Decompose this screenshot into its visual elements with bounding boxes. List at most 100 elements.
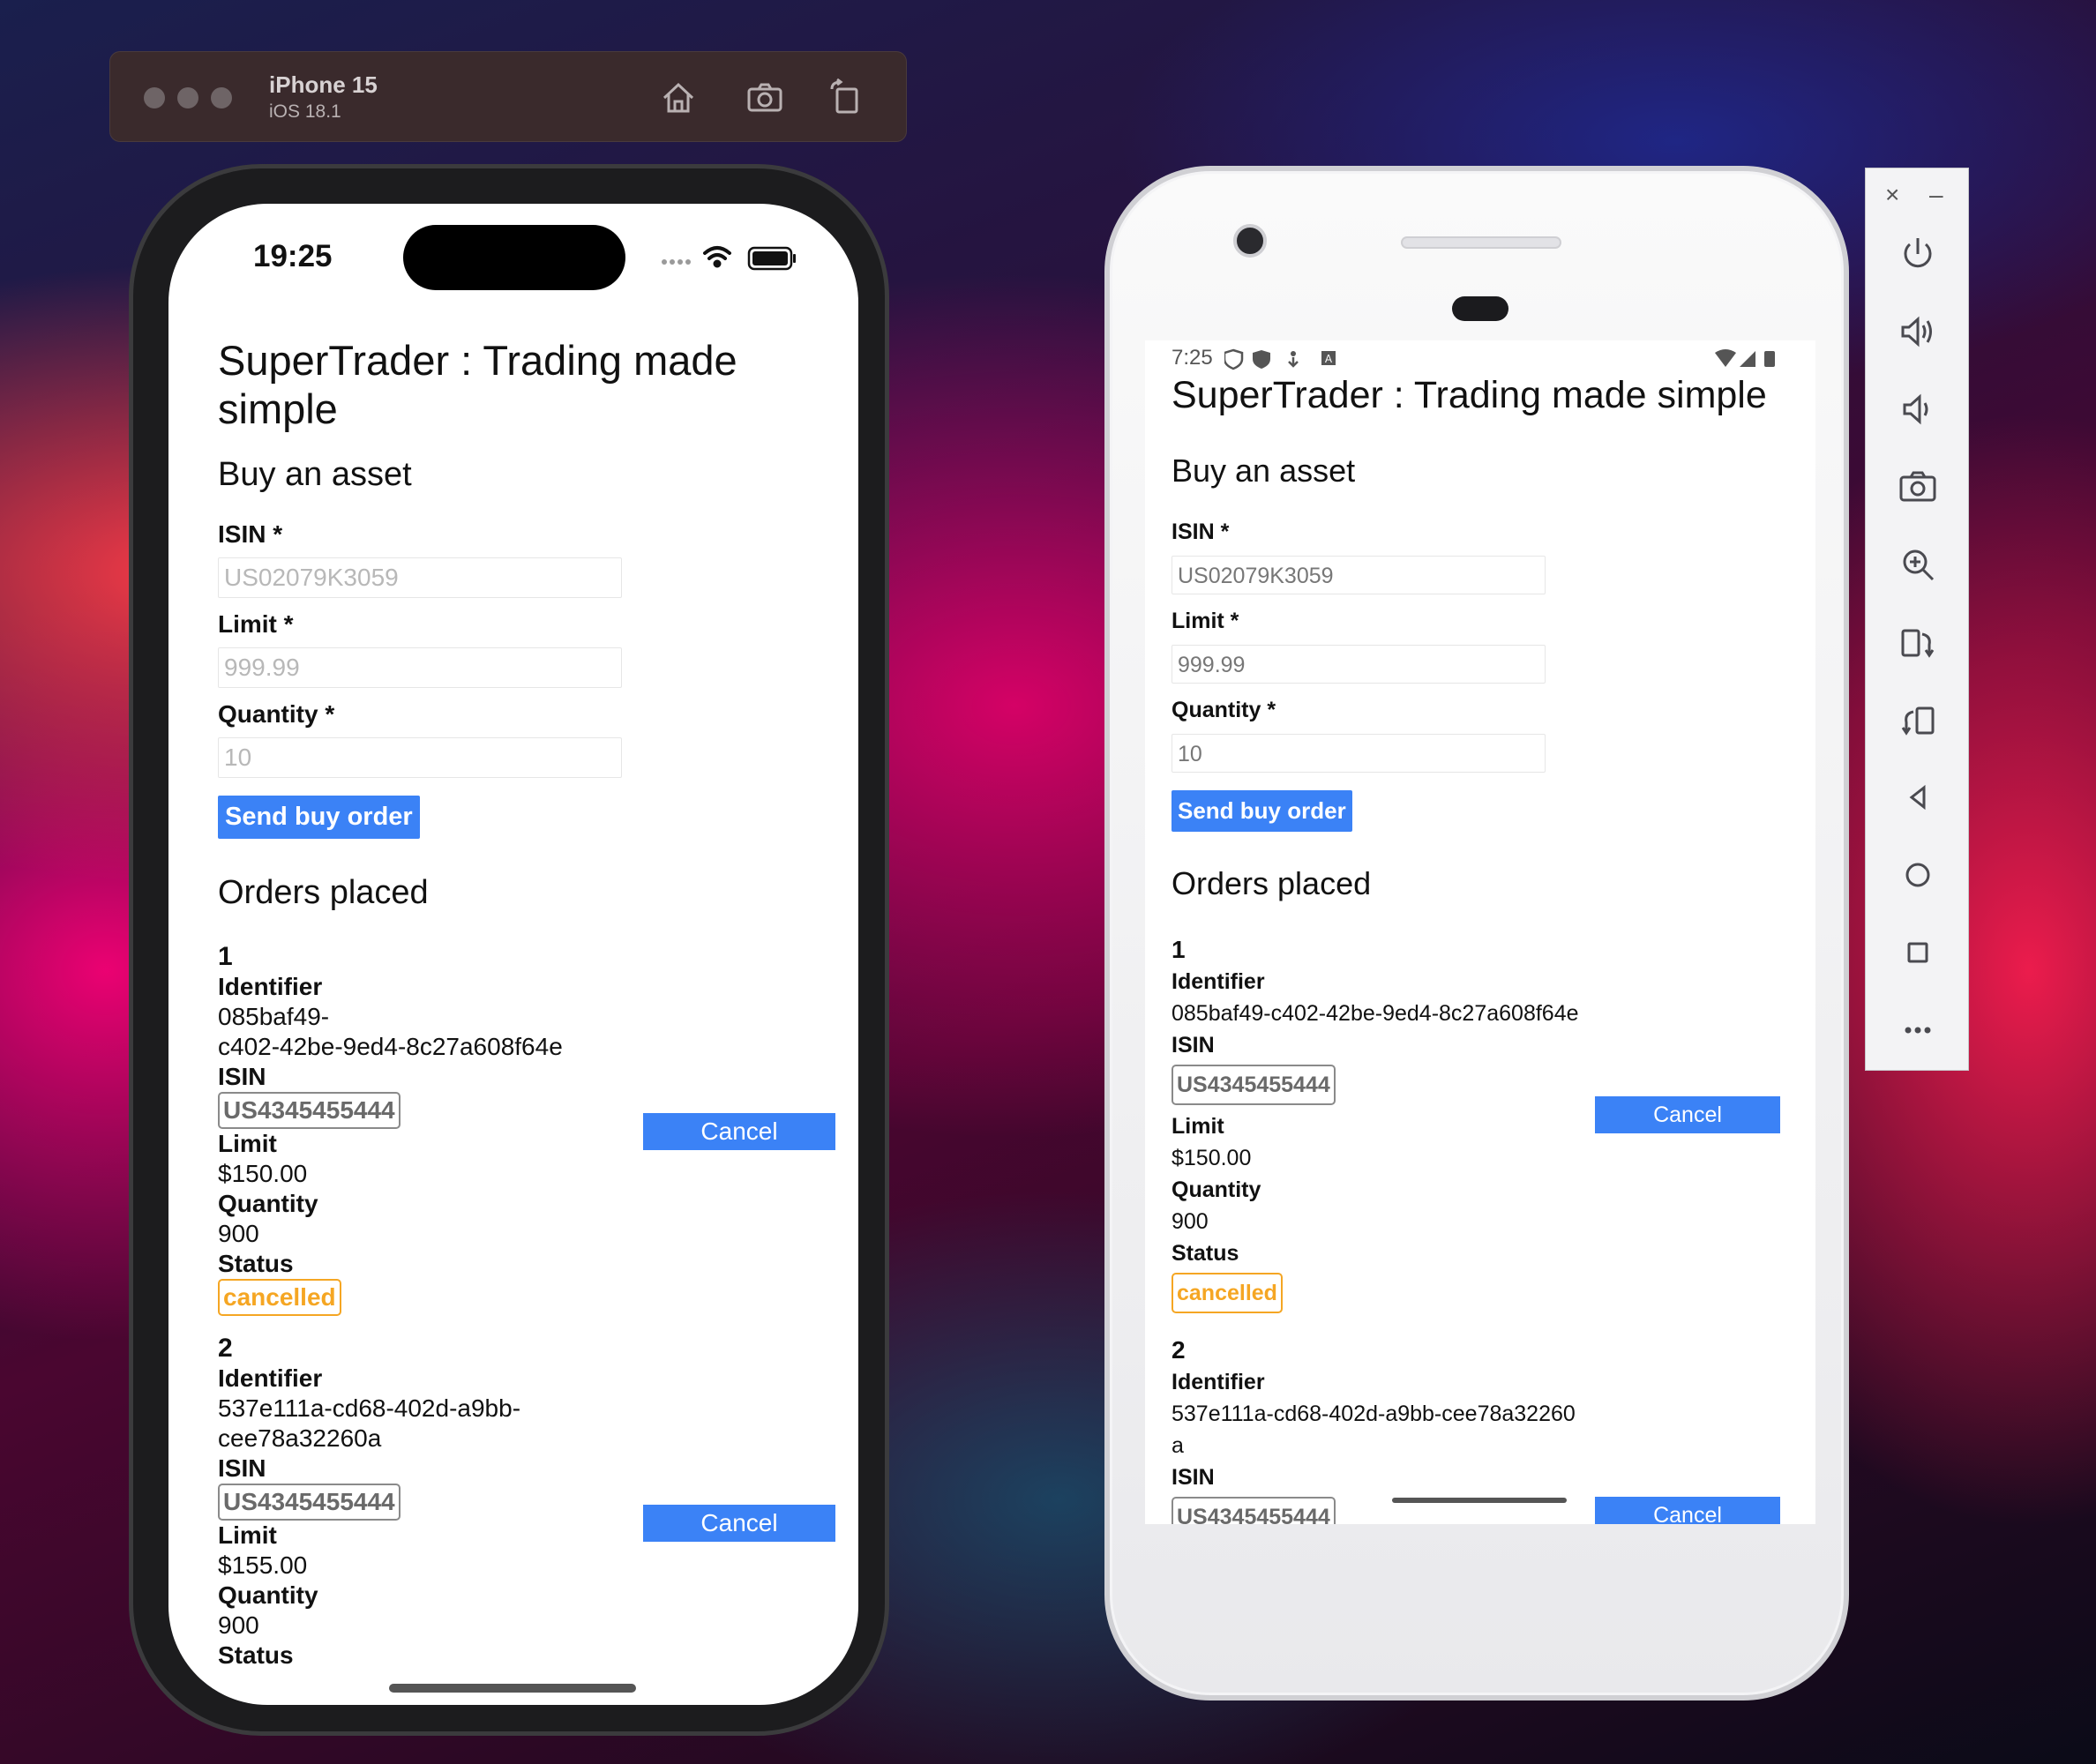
- home-icon[interactable]: [1894, 851, 1942, 899]
- play-protect-icon: [1253, 350, 1270, 369]
- isin-label: ISIN: [218, 1454, 266, 1482]
- earpiece-speaker: [1401, 236, 1561, 249]
- isin-label: ISIN: [1172, 1033, 1215, 1058]
- isin-input[interactable]: US02079K3059: [1172, 556, 1546, 594]
- wifi-icon: [703, 246, 731, 268]
- limit-value: $150.00: [1172, 1146, 1252, 1170]
- emulator-toolbar: × –: [1865, 168, 1969, 1071]
- limit-label: Limit *: [1172, 609, 1239, 633]
- limit-input[interactable]: 999.99: [1172, 645, 1546, 684]
- status-label: Status: [218, 1641, 294, 1669]
- identifier-value: 085baf49-c402-42be-9ed4-8c27a608f64e: [1172, 1001, 1579, 1026]
- quantity-input[interactable]: 10: [218, 737, 622, 778]
- power-icon[interactable]: [1894, 230, 1942, 278]
- isin-badge: US4345455444: [1172, 1497, 1336, 1524]
- cancel-order-button[interactable]: Cancel: [1595, 1096, 1780, 1133]
- android-frame: 7:25 A SuperTrader : Trading made simple…: [1104, 166, 1849, 1700]
- page-title: SuperTrader : Trading made simple: [218, 337, 737, 432]
- front-camera: [1233, 224, 1267, 258]
- screenshot-icon[interactable]: [744, 77, 786, 119]
- status-badge: cancelled: [218, 1279, 341, 1316]
- page-title: SuperTrader : Trading made simple: [1172, 374, 1767, 416]
- limit-input[interactable]: 999.99: [218, 647, 622, 688]
- gesture-bar[interactable]: [1392, 1498, 1567, 1503]
- dynamic-island: [403, 225, 625, 290]
- android-screen: 7:25 A SuperTrader : Trading made simple…: [1145, 340, 1815, 1524]
- order-item: 1 Identifier 085baf49-c402-42be-9ed4-8c2…: [1172, 934, 1798, 1319]
- order-item: 2 Identifier 537e111a-cd68-402d-a9bb-cee…: [218, 1334, 835, 1671]
- status-label: Status: [1172, 1241, 1239, 1266]
- battery-icon: [747, 246, 796, 271]
- identifier-label: Identifier: [1172, 1370, 1265, 1394]
- status-label: Status: [218, 1250, 294, 1277]
- quantity-value: 900: [218, 1220, 259, 1247]
- volume-up-icon[interactable]: [1894, 308, 1942, 355]
- identifier-label: Identifier: [1172, 969, 1265, 994]
- limit-value: $150.00: [218, 1160, 308, 1187]
- home-icon[interactable]: [657, 77, 700, 119]
- overview-icon[interactable]: [1894, 929, 1942, 976]
- rotate-right-icon[interactable]: [1894, 696, 1942, 744]
- quantity-label: Quantity: [1172, 1177, 1261, 1202]
- cancel-order-button[interactable]: Cancel: [643, 1113, 835, 1150]
- more-icon[interactable]: [1894, 1006, 1942, 1054]
- close-icon[interactable]: ×: [1885, 181, 1899, 209]
- limit-value: $155.00: [218, 1551, 308, 1579]
- minimize-window-button[interactable]: [177, 87, 198, 108]
- download-icon: [1288, 351, 1299, 368]
- quantity-value: 900: [1172, 1209, 1209, 1234]
- isin-badge: US4345455444: [218, 1484, 400, 1521]
- supertrader-app-android: SuperTrader : Trading made simple Buy an…: [1172, 374, 1798, 1524]
- back-icon[interactable]: [1894, 774, 1942, 821]
- quantity-label: Quantity: [218, 1581, 318, 1609]
- limit-label: Limit *: [218, 610, 294, 638]
- identifier-value: 537e111a-cd68-402d-a9bb-cee78a32260a: [218, 1394, 521, 1452]
- home-indicator[interactable]: [389, 1684, 636, 1693]
- shield-icon: [1224, 348, 1244, 370]
- zoom-icon[interactable]: [1894, 541, 1942, 588]
- order-number: 2: [1172, 1336, 1186, 1364]
- wifi-icon: [1715, 349, 1736, 367]
- identifier-value: 085baf49-c402-42be-9ed4-8c27a608f64e: [218, 1003, 563, 1060]
- isin-label: ISIN *: [218, 520, 283, 548]
- isin-label: ISIN: [1172, 1465, 1215, 1490]
- order-item: 1 Identifier 085baf49-c402-42be-9ed4-8c2…: [218, 942, 835, 1316]
- svg-text:A: A: [1325, 353, 1333, 365]
- quantity-value: 900: [218, 1611, 259, 1639]
- simulator-title-bar: iPhone 15 iOS 18.1: [109, 51, 907, 142]
- quantity-label: Quantity *: [1172, 698, 1276, 722]
- buy-heading: Buy an asset: [218, 456, 412, 493]
- android-status-bar: 7:25 A: [1172, 346, 1798, 372]
- orders-heading: Orders placed: [218, 874, 429, 911]
- order-number: 1: [218, 942, 233, 971]
- identifier-value: 537e111a-cd68-402d-a9bb-cee78a32260a: [1172, 1401, 1576, 1458]
- volume-down-icon[interactable]: [1894, 385, 1942, 433]
- minimize-icon[interactable]: –: [1929, 181, 1943, 209]
- status-badge: cancelled: [1172, 1273, 1283, 1313]
- quantity-input[interactable]: 10: [1172, 734, 1546, 773]
- zoom-window-button[interactable]: [211, 87, 232, 108]
- send-buy-order-button[interactable]: Send buy order: [218, 796, 420, 839]
- isin-input[interactable]: US02079K3059: [218, 557, 622, 598]
- identifier-label: Identifier: [218, 1364, 323, 1392]
- rotate-left-icon[interactable]: [1894, 618, 1942, 666]
- iphone-screen: 19:25 SuperTrader : Trading made simple …: [168, 204, 858, 1705]
- isin-badge: US4345455444: [218, 1092, 400, 1129]
- isin-badge: US4345455444: [1172, 1065, 1336, 1105]
- close-window-button[interactable]: [144, 87, 165, 108]
- quantity-label: Quantity: [218, 1190, 318, 1217]
- supertrader-app-ios: SuperTrader : Trading made simple Buy an…: [218, 336, 835, 1671]
- rotate-icon[interactable]: [825, 77, 867, 119]
- camera-icon[interactable]: [1894, 463, 1942, 511]
- android-clock: 7:25: [1172, 346, 1213, 370]
- quantity-label: Quantity *: [218, 700, 335, 728]
- cancel-order-button[interactable]: Cancel: [1595, 1497, 1780, 1524]
- cancel-order-button[interactable]: Cancel: [643, 1505, 835, 1542]
- simulator-os-version: iOS 18.1: [269, 101, 341, 122]
- order-number: 2: [218, 1334, 233, 1363]
- send-buy-order-button[interactable]: Send buy order: [1172, 790, 1352, 832]
- buy-heading: Buy an asset: [1172, 452, 1356, 489]
- isin-label: ISIN *: [1172, 519, 1230, 544]
- signal-dots-icon: [662, 259, 691, 265]
- ios-status-icons: [659, 243, 809, 274]
